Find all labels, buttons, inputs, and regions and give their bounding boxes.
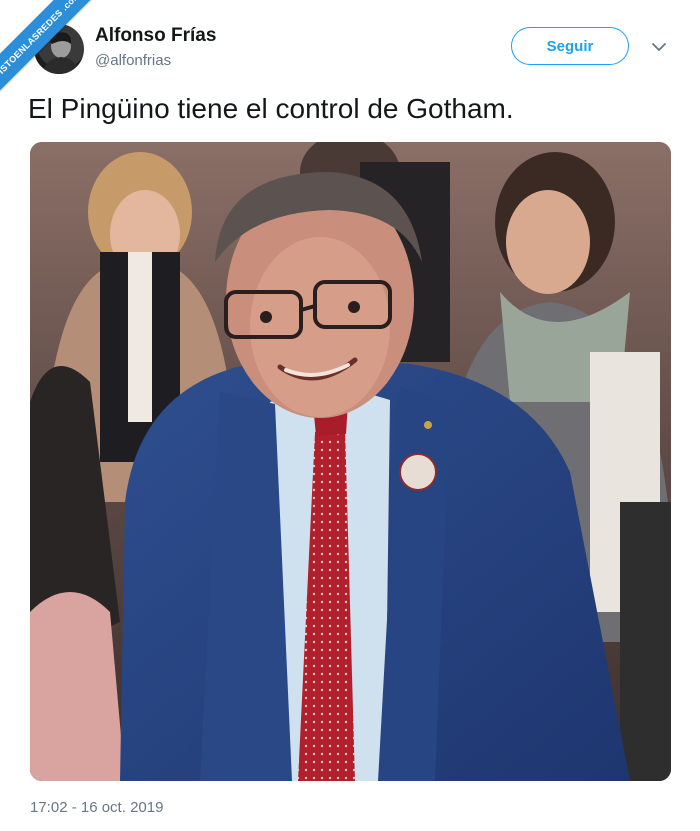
tweet-photo[interactable] — [30, 142, 671, 781]
chevron-down-icon[interactable] — [650, 38, 668, 56]
follow-button[interactable]: Seguir — [511, 27, 629, 65]
tweet-timestamp[interactable]: 17:02 - 16 oct. 2019 — [30, 799, 163, 816]
photo-illustration — [30, 142, 671, 781]
user-handle[interactable]: @alfonfrias — [95, 52, 171, 69]
tweet-text: El Pingüino tiene el control de Gotham. — [28, 93, 514, 124]
user-name[interactable]: Alfonso Frías — [95, 25, 216, 47]
